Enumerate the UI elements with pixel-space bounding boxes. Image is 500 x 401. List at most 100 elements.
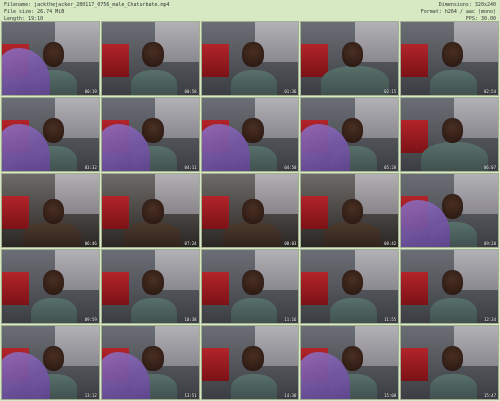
video-thumbnail: 04:11 [101, 98, 199, 171]
video-thumbnail: 00:19 [2, 22, 99, 95]
red-wall-panel [301, 195, 329, 229]
person-head [342, 198, 364, 224]
red-wall-panel [401, 347, 429, 381]
file-info-left: Filename: jackthejacker_280117_0756_male… [4, 2, 170, 23]
person-head [142, 270, 164, 296]
person-torso [130, 298, 178, 323]
person-torso [430, 374, 477, 399]
thumbnail-timestamp: 10:38 [184, 317, 197, 322]
video-thumbnail: 08:03 [201, 174, 299, 247]
person-head [42, 198, 64, 224]
person-torso [230, 70, 278, 95]
red-wall-panel [201, 347, 229, 381]
video-thumbnail: 01:36 [201, 22, 299, 95]
red-wall-panel [401, 119, 429, 153]
file-info-right: Dimensions: 320x240 Format: h264 / aac (… [421, 2, 496, 23]
video-thumbnail: 07:24 [101, 174, 199, 247]
video-thumbnail: 13:12 [2, 326, 99, 399]
person-head [441, 118, 464, 144]
thumbnail-timestamp: 02:15 [384, 89, 397, 94]
person-head [242, 42, 264, 68]
person-head [342, 270, 364, 296]
person-torso [430, 70, 477, 95]
person-head [42, 270, 64, 296]
red-wall-panel [201, 271, 229, 305]
person-torso [230, 298, 278, 323]
person-torso [320, 65, 389, 95]
video-thumbnail: 15:47 [401, 326, 498, 399]
file-info-header: Filename: jackthejacker_280117_0756_male… [0, 0, 500, 24]
thumbnail-timestamp: 04:50 [284, 165, 297, 170]
thumbnail-timestamp: 15:08 [384, 393, 397, 398]
red-wall-panel [101, 195, 129, 229]
video-thumbnail: 09:20 [401, 174, 498, 247]
video-thumbnail: 06:46 [2, 174, 99, 247]
person-torso [322, 222, 381, 247]
person-torso [130, 70, 178, 95]
red-wall-panel [201, 43, 229, 77]
thumbnail-timestamp: 06:46 [84, 241, 97, 246]
thumbnail-timestamp: 03:32 [84, 165, 97, 170]
thumbnail-timestamp: 09:20 [483, 241, 496, 246]
person-head [142, 198, 164, 224]
video-thumbnail: 03:32 [2, 98, 99, 171]
thumbnail-timestamp: 06:07 [483, 165, 496, 170]
thumbnail-timestamp: 02:54 [483, 89, 496, 94]
red-wall-panel [401, 271, 429, 305]
video-thumbnail: 15:08 [301, 326, 399, 399]
thumbnail-timestamp: 15:47 [483, 393, 496, 398]
thumbnail-timestamp: 13:12 [84, 393, 97, 398]
video-thumbnail: 11:16 [201, 250, 299, 323]
video-thumbnail: 10:38 [101, 250, 199, 323]
thumbnail-timestamp: 00:58 [184, 89, 197, 94]
person-torso [222, 222, 281, 247]
person-head [342, 42, 364, 68]
thumbnail-timestamp: 11:55 [384, 317, 397, 322]
thumbnail-timestamp: 08:42 [384, 241, 397, 246]
thumbnail-grid: 00:19 00:58 01:36 02:15 02:54 03:32 04:11 04:50… [2, 22, 498, 399]
red-wall-panel [301, 271, 329, 305]
video-thumbnail: 09:59 [2, 250, 99, 323]
red-wall-panel [101, 43, 129, 77]
video-thumbnail: 13:51 [101, 326, 199, 399]
thumbnail-timestamp: 11:16 [284, 317, 297, 322]
video-thumbnail: 02:15 [301, 22, 399, 95]
thumbnail-timestamp: 09:59 [84, 317, 97, 322]
thumbnail-timestamp: 07:24 [184, 241, 197, 246]
video-thumbnail: 00:58 [101, 22, 199, 95]
person-torso [330, 298, 377, 323]
video-thumbnail: 12:34 [401, 250, 498, 323]
thumbnail-timestamp: 04:11 [184, 165, 197, 170]
person-torso [420, 141, 489, 171]
red-wall-panel [2, 271, 30, 305]
video-thumbnail: 11:55 [301, 250, 399, 323]
video-thumbnail: 02:54 [401, 22, 498, 95]
filename-text: Filename: jackthejacker_280117_0756_male… [4, 2, 170, 8]
person-head [441, 270, 464, 296]
thumbnail-timestamp: 08:03 [284, 241, 297, 246]
filesize-text: File size: 26.74 MiB [4, 9, 65, 15]
person-head [441, 42, 464, 68]
person-torso [23, 222, 82, 247]
video-thumbnail: 05:28 [301, 98, 399, 171]
person-head [441, 346, 464, 372]
video-thumbnail: 08:42 [301, 174, 399, 247]
red-wall-panel [2, 195, 30, 229]
thumbnail-timestamp: 14:30 [284, 393, 297, 398]
format-text: Format: h264 / aac (mono) [420, 9, 496, 15]
person-torso [31, 298, 78, 323]
video-thumbnail: 04:50 [201, 98, 299, 171]
thumbnail-timestamp: 00:19 [84, 89, 97, 94]
thumbnail-timestamp: 13:51 [184, 393, 197, 398]
red-wall-panel [101, 271, 129, 305]
person-head [242, 270, 264, 296]
red-wall-panel [301, 43, 329, 77]
dimensions-text: Dimensions: 320x240 [438, 2, 496, 8]
thumbnail-timestamp: 05:28 [384, 165, 397, 170]
person-torso [123, 222, 182, 247]
video-thumbnail: 14:30 [201, 326, 299, 399]
thumbnail-timestamp: 01:36 [284, 89, 297, 94]
video-thumbnail: 06:07 [401, 98, 498, 171]
red-wall-panel [201, 195, 229, 229]
person-torso [430, 298, 477, 323]
